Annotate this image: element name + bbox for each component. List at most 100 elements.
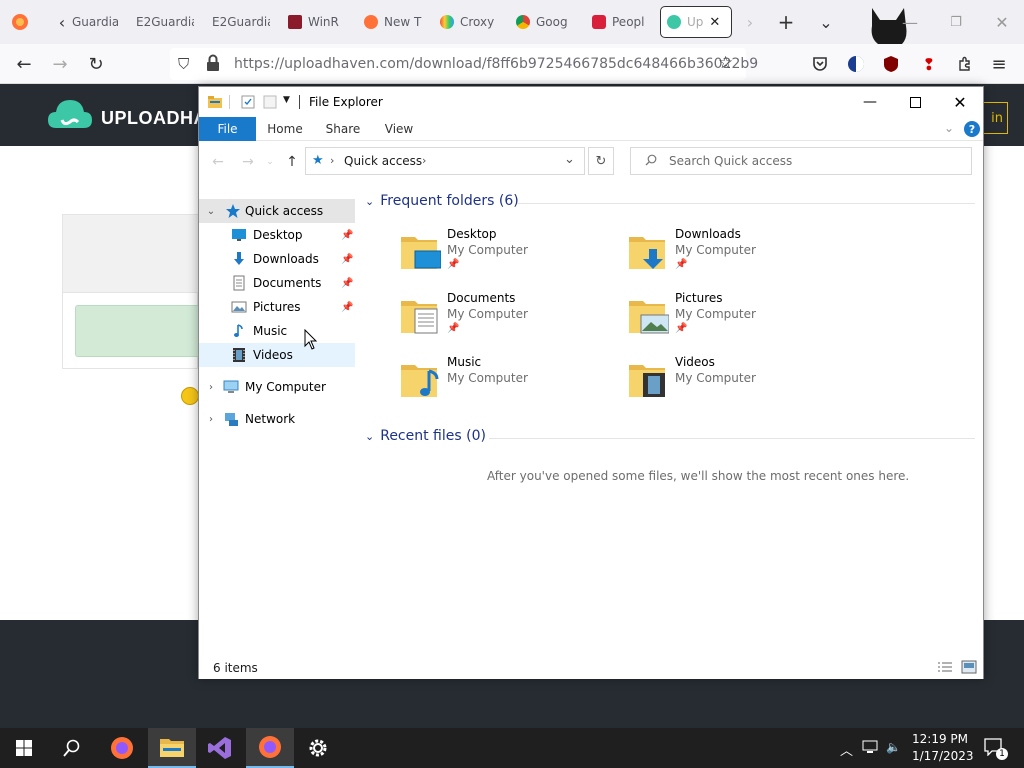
refresh-button[interactable]: ↻: [588, 147, 614, 175]
tab-people[interactable]: Peopl: [592, 6, 648, 38]
back-arrow-icon[interactable]: ←: [209, 153, 227, 171]
expand-chevron-icon[interactable]: ›: [205, 382, 217, 393]
tab-home[interactable]: Home: [261, 117, 309, 141]
qat-dropdown-icon[interactable]: ▼: [283, 95, 290, 105]
forward-button[interactable]: →: [48, 52, 72, 76]
maximize-button[interactable]: [892, 87, 938, 117]
extensions-puzzle-icon[interactable]: [954, 52, 976, 76]
up-arrow-icon[interactable]: ↑: [283, 153, 301, 171]
pin-icon[interactable]: 📌: [341, 254, 353, 265]
nav-videos[interactable]: Videos: [199, 343, 355, 367]
recent-locations-icon[interactable]: ⌄: [261, 153, 279, 171]
list-all-tabs-icon[interactable]: ⌄: [816, 10, 836, 34]
tab-uploadhaven[interactable]: Up ✕: [660, 6, 732, 38]
address-dropdown-icon[interactable]: ⌄: [564, 152, 575, 167]
folder-pictures[interactable]: Pictures My Computer 📌: [629, 291, 849, 347]
folder-desktop[interactable]: Desktop My Computer 📌: [401, 227, 621, 283]
network-tray-icon[interactable]: [862, 740, 878, 757]
details-view-icon[interactable]: [937, 661, 953, 676]
nav-network[interactable]: › Network: [199, 407, 355, 431]
help-icon[interactable]: ?: [964, 121, 980, 137]
uploadhaven-logo-icon[interactable]: [46, 94, 94, 134]
large-icons-view-icon[interactable]: [961, 660, 977, 677]
tab-winrar[interactable]: WinR: [288, 6, 344, 38]
taskbar-firefox-active[interactable]: [246, 728, 294, 768]
tab-e2guardian-1[interactable]: E2Guardia: [136, 6, 194, 38]
breadcrumb-separator-icon[interactable]: ›: [330, 154, 334, 167]
nav-desktop[interactable]: Desktop 📌: [199, 223, 355, 247]
url-text[interactable]: https://uploadhaven.com/download/f8ff6b9…: [234, 56, 758, 72]
back-button[interactable]: ←: [12, 52, 36, 76]
tab-e2guardian-2[interactable]: E2Guardia: [212, 6, 270, 38]
tab-view[interactable]: View: [375, 117, 423, 141]
collapse-chevron-icon[interactable]: ⌄: [205, 206, 217, 217]
expand-ribbon-icon[interactable]: ⌄: [944, 121, 954, 135]
nav-my-computer[interactable]: › My Computer: [199, 375, 355, 399]
close-tab-icon[interactable]: ✕: [709, 15, 720, 30]
nav-documents[interactable]: Documents 📌: [199, 271, 355, 295]
folder-music[interactable]: Music My Computer: [401, 355, 621, 411]
expand-chevron-icon[interactable]: ›: [205, 414, 217, 425]
extension-blue-icon[interactable]: [844, 52, 868, 76]
close-button[interactable]: ✕: [937, 87, 983, 117]
pin-icon[interactable]: 📌: [341, 302, 353, 313]
search-button[interactable]: [48, 728, 96, 768]
address-bar[interactable]: ★ › Quick access › ⌄: [305, 147, 585, 175]
folder-documents[interactable]: Documents My Computer 📌: [401, 291, 621, 347]
nav-downloads[interactable]: Downloads 📌: [199, 247, 355, 271]
tab-google[interactable]: Goog: [516, 6, 572, 38]
explorer-title-bar[interactable]: ▼ File Explorer — ✕: [199, 87, 983, 117]
breadcrumb-quick-access[interactable]: Quick access: [344, 154, 422, 168]
folder-videos[interactable]: Videos My Computer: [629, 355, 849, 411]
minimize-button[interactable]: —: [847, 87, 893, 117]
clock[interactable]: 12:19 PM 1/17/2023: [912, 731, 974, 765]
collapse-chevron-icon[interactable]: ⌄: [365, 195, 374, 208]
pocket-icon[interactable]: [808, 52, 832, 76]
site-logo-text[interactable]: UPLOADHAVEN: [101, 108, 201, 129]
properties-icon[interactable]: [241, 95, 255, 109]
ublock-icon[interactable]: [880, 52, 902, 76]
volume-icon[interactable]: 🔈: [886, 740, 901, 754]
show-hidden-icons-icon[interactable]: ︿: [840, 740, 853, 759]
new-tab-button[interactable]: +: [776, 10, 796, 34]
new-folder-icon[interactable]: [263, 95, 277, 109]
lock-icon[interactable]: [206, 54, 220, 75]
extension-red-icon[interactable]: ❢: [918, 52, 940, 76]
tab-scroll-left-icon[interactable]: ‹: [54, 12, 70, 32]
search-input[interactable]: Search Quick access: [630, 147, 972, 175]
folder-downloads[interactable]: Downloads My Computer 📌: [629, 227, 849, 283]
tab-file[interactable]: File: [199, 117, 256, 141]
firefox-menu-icon[interactable]: [10, 12, 30, 32]
pin-icon[interactable]: 📌: [341, 278, 353, 289]
taskbar-settings[interactable]: [294, 728, 342, 768]
frequent-folders-header[interactable]: ⌄ Frequent folders (6): [365, 193, 519, 209]
tab-share[interactable]: Share: [319, 117, 367, 141]
sign-in-button[interactable]: in: [984, 102, 1008, 134]
pin-icon[interactable]: 📌: [341, 230, 353, 241]
recent-files-header[interactable]: ⌄ Recent files (0): [365, 428, 486, 444]
taskbar-file-explorer[interactable]: [148, 728, 196, 768]
forward-arrow-icon[interactable]: →: [239, 153, 257, 171]
bookmark-star-icon[interactable]: ☆: [718, 53, 733, 73]
close-browser-button[interactable]: ✕: [990, 10, 1014, 34]
minimize-browser-button[interactable]: —: [898, 10, 922, 34]
start-button[interactable]: [0, 728, 48, 768]
hamburger-menu-icon[interactable]: ≡: [988, 52, 1010, 76]
tracking-shield-icon[interactable]: ⛉: [178, 55, 189, 73]
taskbar-firefox[interactable]: [98, 728, 146, 768]
tab-guardia-1[interactable]: Guardia: [72, 6, 118, 38]
tab-scroll-right-icon[interactable]: ›: [742, 12, 758, 32]
tab-new-tab[interactable]: New T: [364, 6, 422, 38]
restore-browser-button[interactable]: ❐: [944, 10, 968, 34]
reload-button[interactable]: ↻: [84, 52, 108, 76]
music-folder-icon: [401, 365, 439, 397]
collapse-chevron-icon[interactable]: ⌄: [365, 430, 374, 443]
nav-pictures[interactable]: Pictures 📌: [199, 295, 355, 319]
breadcrumb-separator-icon[interactable]: ›: [422, 154, 426, 167]
download-button[interactable]: [75, 305, 199, 357]
nav-music[interactable]: Music: [199, 319, 355, 343]
url-bar[interactable]: ⛉ https://uploadhaven.com/download/f8ff6…: [170, 48, 758, 80]
nav-quick-access[interactable]: ⌄ Quick access: [199, 199, 355, 223]
tab-croxy[interactable]: Croxy: [440, 6, 496, 38]
taskbar-visual-studio[interactable]: [196, 728, 244, 768]
